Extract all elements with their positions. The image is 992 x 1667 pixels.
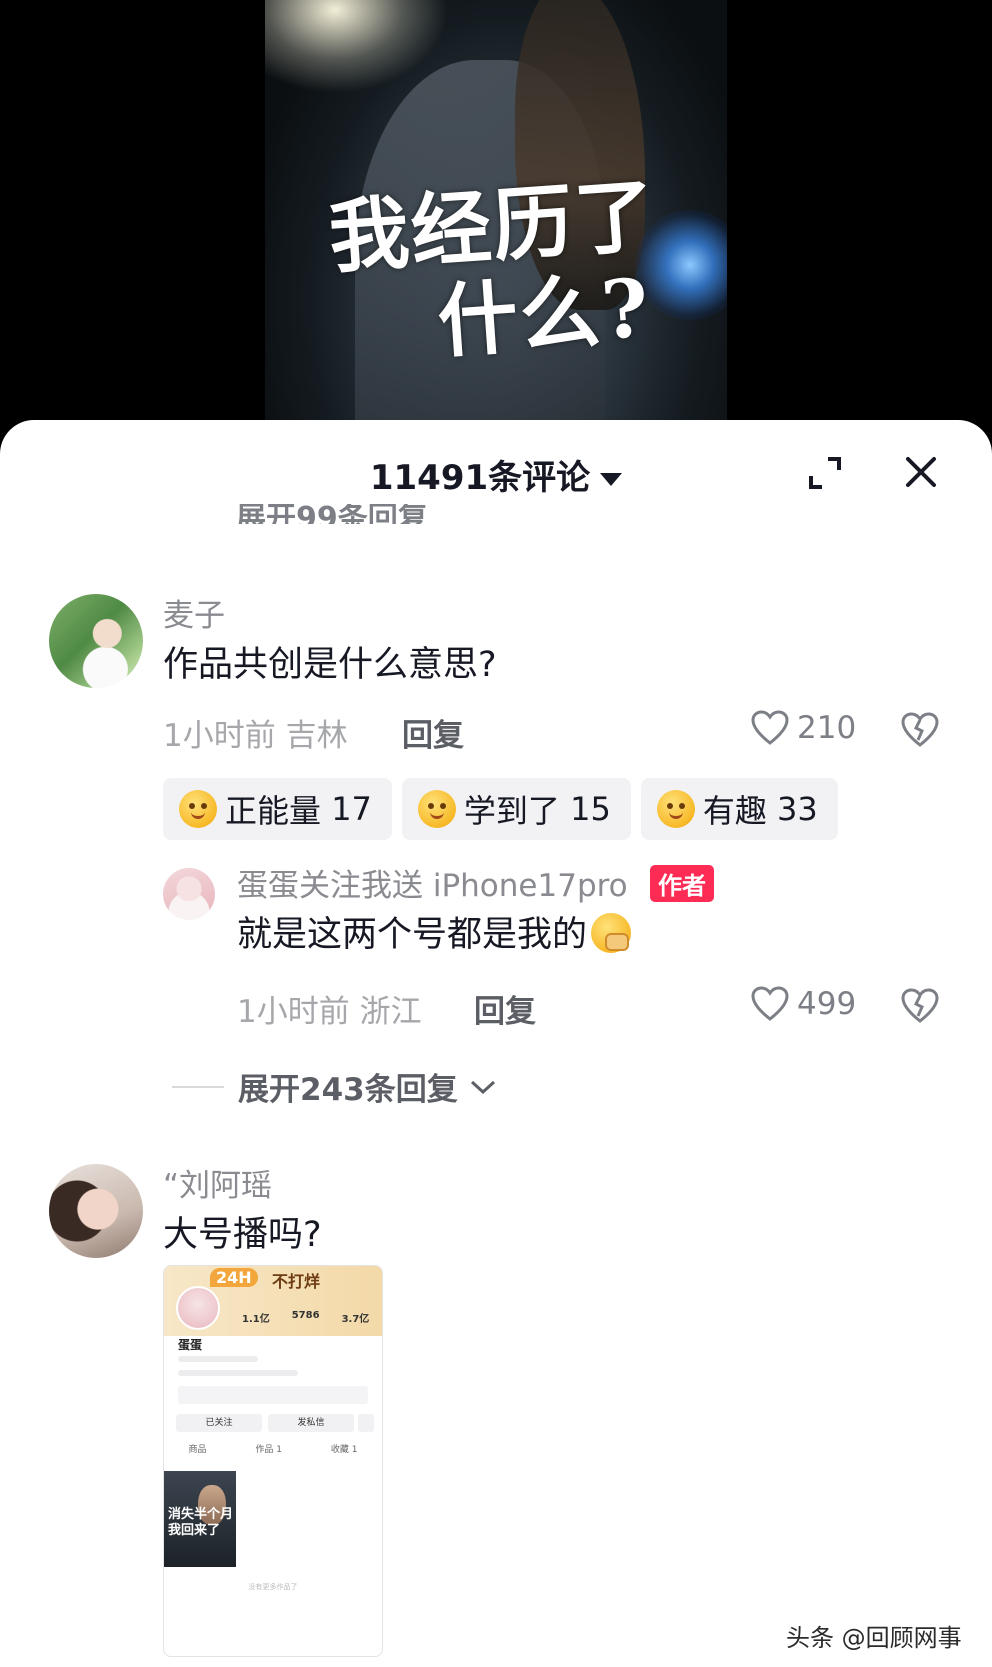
reply-time: 1小时前 <box>237 994 350 1030</box>
reply-text-content: 就是这两个号都是我的 <box>237 915 588 955</box>
comments-sheet: 11491条评论 展开99条回复 麦子 作品共创是什么意思? 1小时前 吉林 回… <box>0 420 992 1667</box>
reply-avatar[interactable] <box>163 868 215 920</box>
reply-username[interactable]: 蛋蛋关注我送 iPhone17pro <box>237 860 628 905</box>
like-button[interactable]: 210 <box>751 710 856 746</box>
like-button[interactable]: 499 <box>751 986 856 1022</box>
watermark: 头条 @回顾网事 <box>786 1624 962 1652</box>
close-icon[interactable] <box>903 454 939 490</box>
profile-tab: 作品 1 <box>255 1445 282 1455</box>
like-count: 499 <box>797 986 857 1022</box>
chevron-down-icon <box>600 473 623 486</box>
comment-username[interactable]: 麦子 <box>163 590 225 635</box>
profile-tabs: 商品 作品 1 收藏 1 <box>164 1442 382 1455</box>
stat-value: 5786 <box>291 1310 320 1321</box>
divider <box>172 1085 224 1088</box>
video-frame[interactable]: 我经历了 什么? <box>265 0 727 450</box>
profile-stats: 1.1亿 5786 3.7亿 <box>242 1310 369 1325</box>
profile-bio-line <box>178 1356 258 1362</box>
stat-value: 1.1亿 <box>242 1314 270 1325</box>
reply-text: 就是这两个号都是我的 <box>237 906 632 957</box>
video-player[interactable]: 我经历了 什么? <box>0 0 992 450</box>
reaction-learned[interactable]: 学到了 15 <box>401 778 631 840</box>
smile-emoji-icon <box>179 790 217 828</box>
reaction-label: 有趣 <box>702 792 767 830</box>
reaction-label: 正能量 <box>225 792 322 830</box>
heart-icon <box>751 986 789 1021</box>
more-button <box>358 1414 374 1432</box>
reaction-label: 学到了 <box>463 792 560 830</box>
comment-meta: 1小时前 吉林 <box>163 710 348 755</box>
glasses-emoji-icon <box>656 790 695 828</box>
reaction-count: 15 <box>570 790 611 828</box>
comments-header: 11491条评论 展开99条回复 <box>0 420 992 524</box>
reply-button[interactable]: 回复 <box>402 710 464 755</box>
author-badge: 作者 <box>650 865 714 902</box>
banner-badge: 24H <box>210 1268 258 1287</box>
comment-username[interactable]: “刘阿瑶 <box>163 1160 272 1205</box>
message-button: 发私信 <box>268 1414 354 1432</box>
cover-mouth-emoji-icon <box>591 913 632 953</box>
avatar[interactable] <box>49 594 143 688</box>
expand-replies-label: 展开243条回复 <box>238 1072 458 1108</box>
partial-expand-text: 展开99条回复 <box>236 504 428 524</box>
surprised-emoji-icon <box>417 790 456 828</box>
comment-text: 大号播吗? <box>163 1215 322 1255</box>
heart-icon <box>751 710 789 745</box>
expand-replies[interactable]: 展开243条回复 <box>172 1064 498 1109</box>
fullscreen-icon[interactable] <box>808 456 842 490</box>
profile-footer: 没有更多作品了 <box>248 1583 298 1591</box>
comment-image[interactable]: 24H 不打烊 1.1亿 5786 3.7亿 蛋蛋 已关注 发私信 商品 作品 … <box>163 1265 383 1657</box>
video-title: 我经历了 什么? <box>265 164 727 380</box>
chevron-down-icon <box>470 1080 495 1094</box>
profile-name: 蛋蛋 <box>178 1338 203 1352</box>
comment-time: 1小时前 <box>163 718 276 754</box>
profile-work-thumbnail: 消失半个月 我回来了 <box>164 1471 236 1567</box>
profile-shop-row <box>178 1386 368 1404</box>
profile-bio-line <box>178 1370 298 1376</box>
broken-heart-icon[interactable] <box>901 988 939 1024</box>
reaction-count: 33 <box>777 790 818 828</box>
profile-avatar <box>176 1286 220 1330</box>
reaction-funny[interactable]: 有趣 33 <box>640 778 838 840</box>
comment-text: 作品共创是什么意思? <box>163 645 497 685</box>
avatar[interactable] <box>49 1164 143 1258</box>
stat-value: 3.7亿 <box>341 1314 370 1325</box>
like-count: 210 <box>797 710 857 746</box>
follow-button: 已关注 <box>176 1414 262 1432</box>
reaction-count: 17 <box>331 790 372 828</box>
reply-button[interactable]: 回复 <box>474 986 536 1031</box>
profile-tab: 商品 <box>188 1445 207 1455</box>
comments-title[interactable]: 11491条评论 <box>0 450 992 499</box>
banner-text: 不打烊 <box>272 1272 321 1291</box>
reaction-positive[interactable]: 正能量 17 <box>163 778 392 840</box>
reply-location: 浙江 <box>359 994 422 1030</box>
reply-meta: 1小时前 浙江 <box>237 986 422 1031</box>
reaction-bar: 正能量 17 学到了 15 有趣 33 <box>163 778 838 840</box>
profile-tab: 收藏 1 <box>330 1445 358 1455</box>
broken-heart-icon[interactable] <box>901 712 939 748</box>
comments-count: 11491条评论 <box>369 458 591 498</box>
comment-location: 吉林 <box>285 718 348 754</box>
profile-banner: 24H 不打烊 1.1亿 5786 3.7亿 <box>164 1266 382 1336</box>
work-title: 消失半个月 我回来了 <box>168 1507 234 1538</box>
